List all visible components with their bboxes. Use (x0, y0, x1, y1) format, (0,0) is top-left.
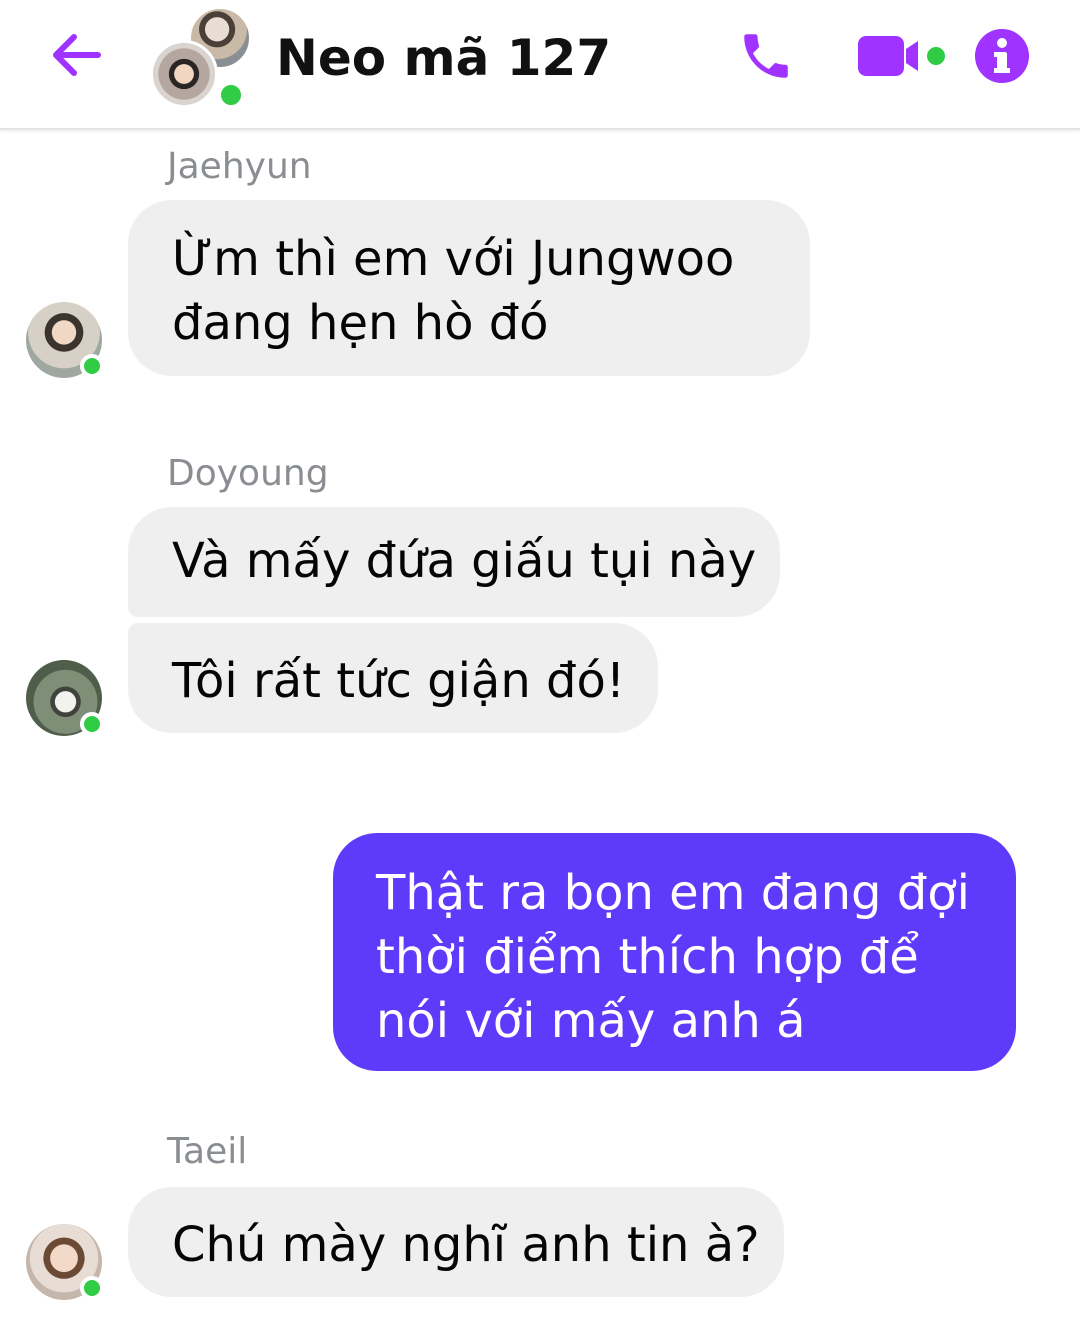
message-bubble[interactable]: Chú mày nghĩ anh tin à? (128, 1187, 784, 1297)
message-text: Thật ra bọn em đang đợi (376, 865, 970, 921)
info-icon (975, 29, 1029, 83)
sender-name: Doyoung (167, 453, 329, 494)
member-avatar (150, 40, 218, 108)
message-bubble[interactable]: Tôi rất tức giận đó! (128, 623, 658, 733)
sender-avatar[interactable] (26, 660, 104, 738)
sender-avatar[interactable] (26, 1224, 104, 1302)
video-call-button[interactable] (848, 20, 952, 92)
arrow-left-icon (53, 34, 101, 76)
outgoing-message-bubble[interactable]: Thật ra bọn em đang đợi thời điểm thích … (333, 833, 1016, 1071)
phone-icon (744, 34, 788, 78)
online-status-dot (216, 80, 246, 110)
message-text: đang hẹn hò đó (172, 295, 549, 351)
online-status-dot (80, 354, 104, 378)
online-status-dot (80, 1276, 104, 1300)
message-text: thời điểm thích hợp để (376, 929, 919, 985)
online-status-dot (80, 712, 104, 736)
voice-call-button[interactable] (730, 20, 802, 92)
group-avatar[interactable] (148, 6, 252, 110)
message-text: Tôi rất tức giận đó! (172, 653, 626, 709)
sender-avatar[interactable] (26, 302, 104, 380)
message-text: nói với mấy anh á (376, 993, 806, 1049)
message-text: Ừm thì em với Jungwoo (172, 231, 735, 287)
message-bubble[interactable]: Ừm thì em với Jungwoo đang hẹn hò đó (128, 200, 810, 376)
sender-name: Jaehyun (167, 146, 312, 187)
sender-name: Taeil (167, 1131, 248, 1172)
message-text: Chú mày nghĩ anh tin à? (172, 1217, 760, 1273)
message-text: Và mấy đứa giấu tụi này (172, 533, 757, 589)
conversation-title[interactable]: Neo mã 127 (276, 28, 611, 88)
video-camera-icon (858, 36, 945, 76)
conversation-info-button[interactable] (968, 20, 1036, 92)
message-bubble[interactable]: Và mấy đứa giấu tụi này (128, 507, 780, 617)
chat-header: Neo mã 127 (0, 0, 1080, 130)
back-button[interactable] (40, 22, 112, 88)
